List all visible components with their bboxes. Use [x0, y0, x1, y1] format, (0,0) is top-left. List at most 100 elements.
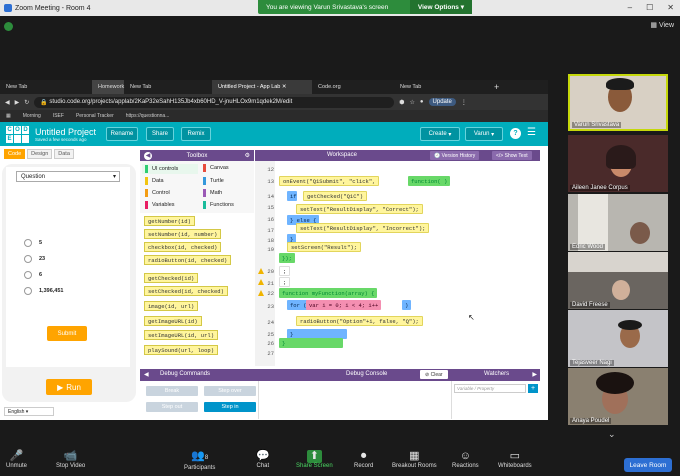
block-play-sound[interactable]: playSound(url, loop): [144, 345, 219, 355]
mode-design[interactable]: Design: [27, 148, 53, 159]
empty-statement-1[interactable]: ;: [279, 266, 291, 276]
tab-new-1[interactable]: New Tab: [0, 80, 92, 94]
update-button[interactable]: Update: [428, 98, 456, 106]
block-checkbox[interactable]: checkbox(id, checked): [144, 242, 222, 252]
block-image[interactable]: image(id, url): [144, 301, 199, 311]
video-tile-anaya[interactable]: Anaya Poudel: [568, 368, 668, 425]
block-get-number[interactable]: getNumber(id): [144, 216, 195, 226]
function-definition-block[interactable]: function myFunction(array) {: [279, 288, 378, 298]
warning-icon[interactable]: [258, 290, 264, 296]
reload-icon[interactable]: ↻: [24, 99, 29, 106]
radio-choice-1[interactable]: [24, 239, 32, 247]
hamburger-menu-icon[interactable]: ☰: [527, 128, 536, 138]
if-block[interactable]: if: [287, 191, 297, 201]
category-variables[interactable]: Variables: [142, 201, 175, 209]
radio-button-call-block[interactable]: radioButton("Option"+i, false, "Q");: [296, 316, 423, 326]
video-tile-edric[interactable]: Edric Wood: [568, 194, 668, 251]
collapse-toolbox-icon[interactable]: ◀: [144, 151, 152, 160]
code-org-logo[interactable]: COD E: [6, 125, 29, 143]
submit-button[interactable]: Submit: [47, 326, 87, 341]
user-menu-button[interactable]: Varun ▾: [465, 127, 503, 141]
show-text-button[interactable]: </> Show Text: [492, 151, 532, 160]
view-button[interactable]: ▦ View: [650, 21, 674, 29]
question-dropdown[interactable]: Question ▾: [16, 171, 120, 182]
participants-button[interactable]: 👥8 Participants: [184, 450, 215, 471]
category-turtle[interactable]: Turtle: [200, 177, 224, 185]
set-text-correct-block[interactable]: setText("ResultDisplay", "Correct");: [296, 204, 423, 214]
tab-new-2[interactable]: New Tab: [124, 80, 212, 94]
new-tab-icon[interactable]: +: [490, 82, 499, 92]
block-set-image-url[interactable]: setImageURL(id, url): [144, 330, 219, 340]
block-get-image-url[interactable]: getImageURL(id): [144, 316, 202, 326]
forward-icon[interactable]: ▶: [15, 99, 20, 106]
category-ui-controls[interactable]: UI controls: [142, 164, 198, 174]
radio-choice-4[interactable]: [24, 287, 32, 295]
category-control[interactable]: Control: [142, 189, 170, 197]
record-button[interactable]: ⏺ Record: [354, 450, 373, 469]
toolbox-settings-icon[interactable]: ⚙: [245, 152, 250, 159]
step-over-button[interactable]: Step over: [204, 386, 256, 396]
set-screen-block[interactable]: setScreen("Result");: [287, 242, 362, 252]
video-tile-david[interactable]: David Freese: [568, 252, 668, 309]
video-tile-aileen[interactable]: Aileen Janee Corpus: [568, 135, 668, 192]
debug-console-output[interactable]: [258, 381, 452, 419]
tab-app-lab[interactable]: Untitled Project - App Lab ✕: [212, 80, 312, 94]
stop-video-button[interactable]: 📹 Stop Video: [56, 450, 85, 469]
block-set-number[interactable]: setNumber(id, number): [144, 229, 222, 239]
block-set-checked[interactable]: setChecked(id, checked): [144, 286, 228, 296]
help-icon[interactable]: ?: [510, 128, 521, 139]
reactions-button[interactable]: ☺ Reactions: [452, 450, 479, 469]
add-watch-button[interactable]: +: [528, 384, 538, 393]
empty-statement-2[interactable]: ;: [279, 277, 291, 287]
apps-icon[interactable]: ▦: [6, 113, 11, 119]
share-button[interactable]: Share: [146, 127, 174, 141]
step-out-button[interactable]: Step out: [146, 402, 198, 412]
encryption-shield-icon[interactable]: [4, 22, 13, 31]
get-checked-block[interactable]: getChecked("Q1C"): [303, 191, 368, 201]
radio-choice-3[interactable]: [24, 271, 32, 279]
category-math[interactable]: Math: [200, 189, 222, 197]
mode-code[interactable]: Code: [4, 148, 26, 159]
breakout-rooms-button[interactable]: ▦ Breakout Rooms: [392, 450, 437, 469]
bookmark-star-icon[interactable]: ☆: [410, 99, 415, 106]
expand-watchers-icon[interactable]: ▶: [532, 371, 537, 378]
video-tile-tejasveer[interactable]: Tejasveer Nagi: [568, 310, 668, 367]
warning-icon[interactable]: [258, 279, 264, 285]
rename-button[interactable]: Rename: [106, 127, 138, 141]
remix-button[interactable]: Remix: [181, 127, 211, 141]
version-history-button[interactable]: 🕘 Version History: [430, 151, 480, 160]
bookmark-personal-tracker[interactable]: Personal Tracker: [76, 113, 114, 119]
run-button[interactable]: ▶ Run: [46, 379, 92, 395]
category-data[interactable]: Data: [142, 177, 164, 185]
category-functions[interactable]: Functions: [200, 201, 234, 209]
block-radio-button[interactable]: radioButton(id, checked): [144, 255, 232, 265]
tab-homework[interactable]: Homework: [92, 80, 124, 94]
warning-icon[interactable]: [258, 268, 264, 274]
profile-icon[interactable]: ●: [420, 99, 424, 105]
clear-console-button[interactable]: ⊘ Clear: [420, 370, 448, 379]
whiteboards-button[interactable]: ▭ Whiteboards: [498, 450, 532, 469]
close-icon[interactable]: ✕: [667, 3, 674, 12]
bookmark-morning[interactable]: Morning: [23, 113, 41, 119]
url-input[interactable]: 🔒 studio.code.org/projects/applab/2KaP32…: [34, 96, 395, 108]
view-options-button[interactable]: View Options ▾: [409, 0, 472, 14]
language-select[interactable]: English ▾: [4, 407, 54, 416]
video-tile-varun[interactable]: Varun Srivastava: [568, 74, 668, 131]
create-menu-button[interactable]: Create ▾: [420, 127, 460, 141]
minimize-icon[interactable]: –: [628, 3, 632, 12]
tab-code-org[interactable]: Code.org: [312, 80, 394, 94]
function-keyword-block[interactable]: function( ): [408, 176, 451, 186]
unmute-button[interactable]: 🎤 Unmute: [6, 450, 27, 469]
on-event-block[interactable]: onEvent("Q1Submit", "click",: [279, 176, 380, 186]
bookmark-questionnaire[interactable]: https://questionna...: [126, 113, 170, 119]
leave-room-button[interactable]: Leave Room: [624, 458, 672, 472]
share-screen-button[interactable]: ⬆ Share Screen: [296, 450, 333, 469]
extension-icon[interactable]: ⬢: [399, 99, 404, 106]
menu-dots-icon[interactable]: ⋮: [461, 99, 467, 106]
bookmark-isef[interactable]: ISEF: [53, 113, 64, 119]
tab-new-3[interactable]: New Tab: [394, 80, 490, 94]
category-canvas[interactable]: Canvas: [200, 164, 229, 172]
mode-data[interactable]: Data: [54, 148, 74, 159]
back-icon[interactable]: ◀: [5, 99, 10, 106]
maximize-icon[interactable]: ☐: [646, 3, 653, 12]
